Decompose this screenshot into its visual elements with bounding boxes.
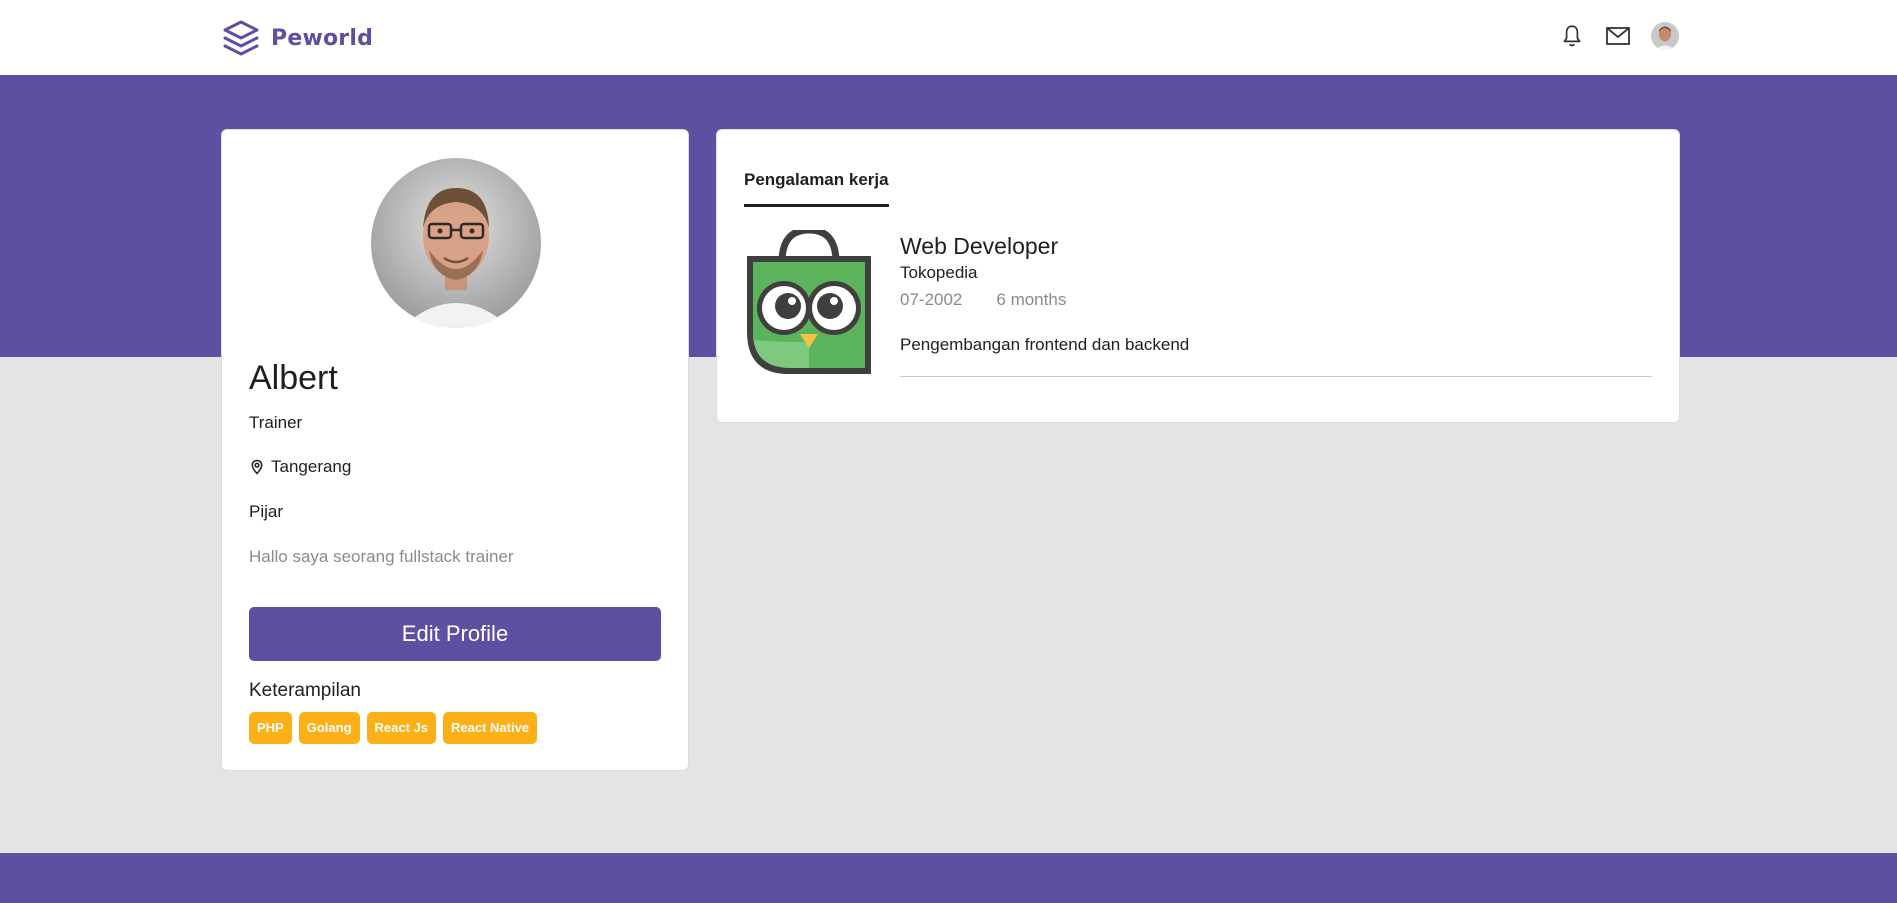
profile-card: Albert Trainer Tangerang Pijar Hallo say… bbox=[221, 129, 689, 771]
brand-name: Peworld bbox=[271, 25, 374, 51]
skills-title: Keterampilan bbox=[249, 680, 361, 701]
layers-icon bbox=[223, 20, 259, 56]
skill-badge: React Js bbox=[366, 712, 436, 744]
nav-actions bbox=[1559, 22, 1679, 50]
profile-role: Trainer bbox=[249, 413, 303, 432]
map-pin-icon bbox=[251, 459, 263, 475]
bell-icon[interactable] bbox=[1559, 23, 1585, 49]
location-text: Tangerang bbox=[271, 457, 352, 476]
skills-list: PHP Golang React Js React Native bbox=[249, 712, 538, 744]
profile-name: Albert bbox=[249, 359, 338, 397]
avatar[interactable] bbox=[1651, 22, 1679, 50]
profile-photo bbox=[371, 158, 541, 328]
skill-badge: PHP bbox=[249, 712, 292, 744]
tab-work-experience[interactable]: Pengalaman kerja bbox=[744, 170, 889, 207]
experience-meta: 07-2002 6 months bbox=[900, 290, 1066, 310]
profile-location: Tangerang bbox=[249, 457, 351, 477]
mail-icon[interactable] bbox=[1605, 23, 1631, 49]
experience-card: Pengalaman kerja Web Developer Tokopedia… bbox=[716, 129, 1680, 423]
experience-duration: 6 months bbox=[996, 290, 1067, 309]
profile-bio: Hallo saya seorang fullstack trainer bbox=[249, 547, 514, 566]
brand-logo[interactable]: Peworld bbox=[221, 18, 373, 58]
footer bbox=[0, 853, 1897, 903]
profile-company: Pijar bbox=[249, 502, 284, 521]
company-logo bbox=[744, 226, 874, 376]
experience-date: 07-2002 bbox=[900, 290, 963, 309]
navbar: Peworld bbox=[0, 0, 1897, 75]
experience-company: Tokopedia bbox=[900, 263, 978, 282]
skill-badge: React Native bbox=[443, 712, 538, 744]
divider bbox=[900, 376, 1652, 377]
skill-badge: Golang bbox=[298, 712, 360, 744]
edit-profile-button[interactable]: Edit Profile bbox=[249, 607, 661, 661]
experience-position: Web Developer bbox=[900, 233, 1059, 259]
experience-description: Pengembangan frontend dan backend bbox=[900, 335, 1190, 354]
